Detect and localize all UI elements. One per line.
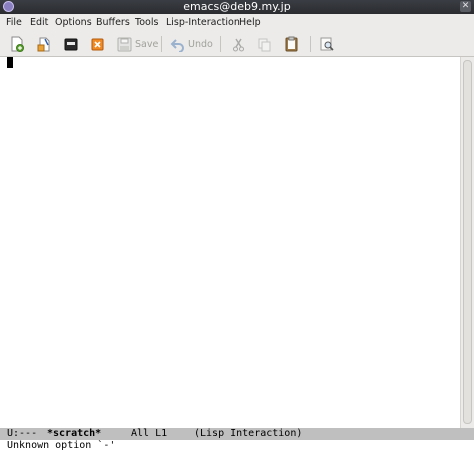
open-file-icon — [37, 37, 50, 52]
modeline-major-mode[interactable]: (Lisp Interaction) — [194, 428, 302, 440]
search-icon — [320, 37, 334, 51]
toolbar-separator — [161, 36, 162, 52]
undo-label: Undo — [188, 38, 213, 50]
toolbar: Save Undo — [0, 31, 474, 57]
search-button[interactable] — [319, 34, 335, 54]
text-cursor — [7, 57, 13, 68]
save-button[interactable]: Save — [117, 34, 158, 54]
undo-button[interactable]: Undo — [170, 34, 213, 54]
kill-buffer-icon — [91, 38, 104, 51]
menu-tools[interactable]: Tools — [135, 14, 158, 31]
modeline-position: All L1 — [131, 428, 168, 439]
echo-area: Unknown option `-' — [0, 440, 474, 452]
save-label: Save — [135, 38, 159, 50]
emacs-icon — [3, 1, 14, 12]
menu-lisp-interaction[interactable]: Lisp-Interaction — [166, 14, 240, 31]
menu-help[interactable]: Help — [239, 14, 261, 31]
undo-icon — [170, 38, 184, 52]
vertical-scrollbar[interactable] — [460, 57, 474, 428]
paste-button[interactable] — [284, 34, 299, 54]
paste-icon — [285, 36, 298, 52]
kill-buffer-button[interactable] — [90, 34, 106, 54]
dired-button[interactable] — [63, 34, 79, 54]
menu-file[interactable]: File — [6, 14, 22, 31]
close-window-button[interactable]: ✕ — [460, 1, 471, 12]
menu-options[interactable]: Options — [55, 14, 92, 31]
scratch-buffer-text-area[interactable] — [0, 57, 460, 428]
toolbar-separator — [220, 36, 221, 52]
echo-message: Unknown option `-' — [7, 440, 116, 451]
save-icon — [117, 37, 132, 51]
scrollbar-thumb[interactable] — [463, 60, 472, 424]
new-file-icon — [11, 36, 24, 52]
cut-icon — [233, 38, 244, 51]
window-title: emacs@deb9.my.jp — [183, 0, 291, 13]
copy-button[interactable] — [257, 34, 272, 54]
open-file-button[interactable] — [36, 34, 52, 54]
modeline-buffer-name[interactable]: *scratch* — [47, 428, 101, 440]
menu-edit[interactable]: Edit — [30, 14, 48, 31]
copy-icon — [258, 38, 271, 51]
menu-buffers[interactable]: Buffers — [96, 14, 130, 31]
menu-bar: File Edit Options Buffers Tools Lisp-Int… — [0, 14, 474, 31]
dired-icon — [64, 38, 78, 51]
modeline-status: U:--- — [7, 428, 38, 439]
mode-line: U:--- *scratch* All L1 (Lisp Interaction… — [0, 428, 474, 440]
new-file-button[interactable] — [9, 34, 25, 54]
toolbar-separator — [310, 36, 311, 52]
title-bar: emacs@deb9.my.jp ✕ — [0, 0, 474, 14]
cut-button[interactable] — [231, 34, 246, 54]
